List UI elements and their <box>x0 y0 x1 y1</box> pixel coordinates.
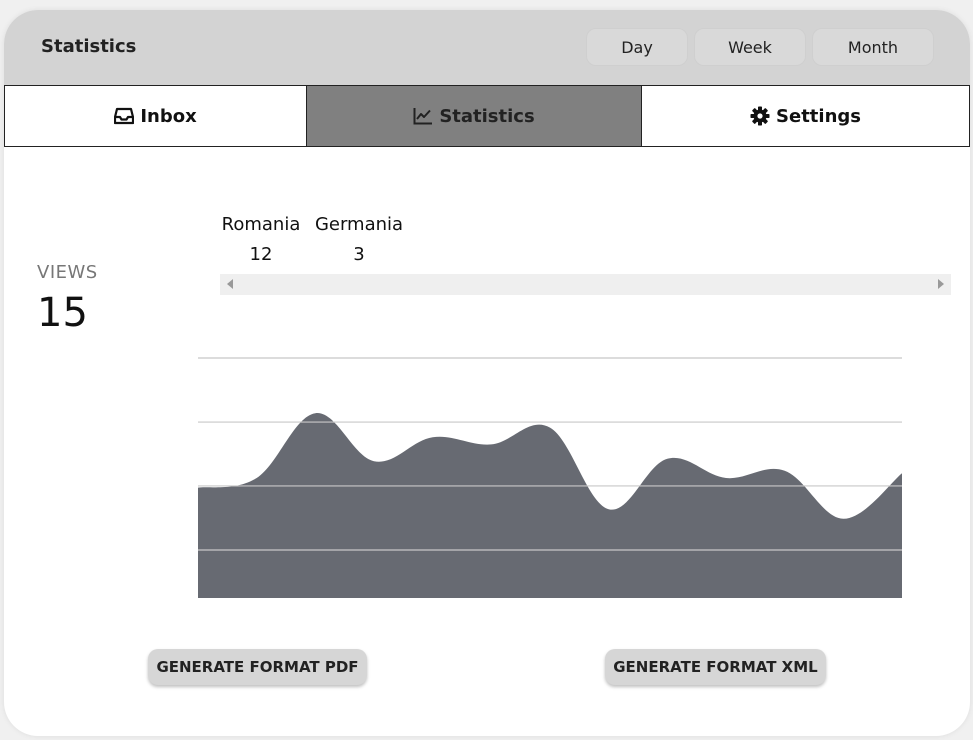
views-area-chart <box>198 357 902 598</box>
tab-inbox[interactable]: Inbox <box>4 85 307 147</box>
tab-settings-label: Settings <box>776 105 861 127</box>
range-week-button[interactable]: Week <box>694 28 806 66</box>
generate-pdf-button[interactable]: GENERATE FORMAT PDF <box>148 649 367 685</box>
views-label: VIEWS <box>37 262 98 283</box>
country-name: Romania <box>221 214 301 235</box>
range-month-button[interactable]: Month <box>812 28 934 66</box>
country-romania: Romania 12 <box>220 210 302 270</box>
country-name: Germania <box>314 214 404 235</box>
gear-icon <box>750 106 770 126</box>
inbox-icon <box>114 107 135 125</box>
views-area-series <box>198 413 902 598</box>
tab-settings[interactable]: Settings <box>641 85 970 147</box>
range-day-button[interactable]: Day <box>586 28 688 66</box>
scroll-right-icon[interactable] <box>938 279 944 289</box>
tab-inbox-label: Inbox <box>140 105 197 127</box>
horizontal-scrollbar[interactable] <box>220 274 951 295</box>
statistics-card: Statistics Day Week Month Inbox Statisti… <box>4 10 970 736</box>
scroll-left-icon[interactable] <box>227 279 233 289</box>
views-count: 15 <box>37 290 88 336</box>
tab-bar: Inbox Statistics Settings <box>4 85 970 147</box>
country-germania: Germania 3 <box>314 210 404 270</box>
chart-line-icon <box>413 108 433 125</box>
header-bar: Statistics Day Week Month <box>4 10 970 85</box>
tab-statistics[interactable]: Statistics <box>306 85 642 147</box>
generate-xml-button[interactable]: GENERATE FORMAT XML <box>605 649 826 685</box>
country-count: 12 <box>249 244 273 265</box>
page-title: Statistics <box>41 36 137 57</box>
country-count: 3 <box>353 244 365 265</box>
tab-statistics-label: Statistics <box>439 105 535 127</box>
